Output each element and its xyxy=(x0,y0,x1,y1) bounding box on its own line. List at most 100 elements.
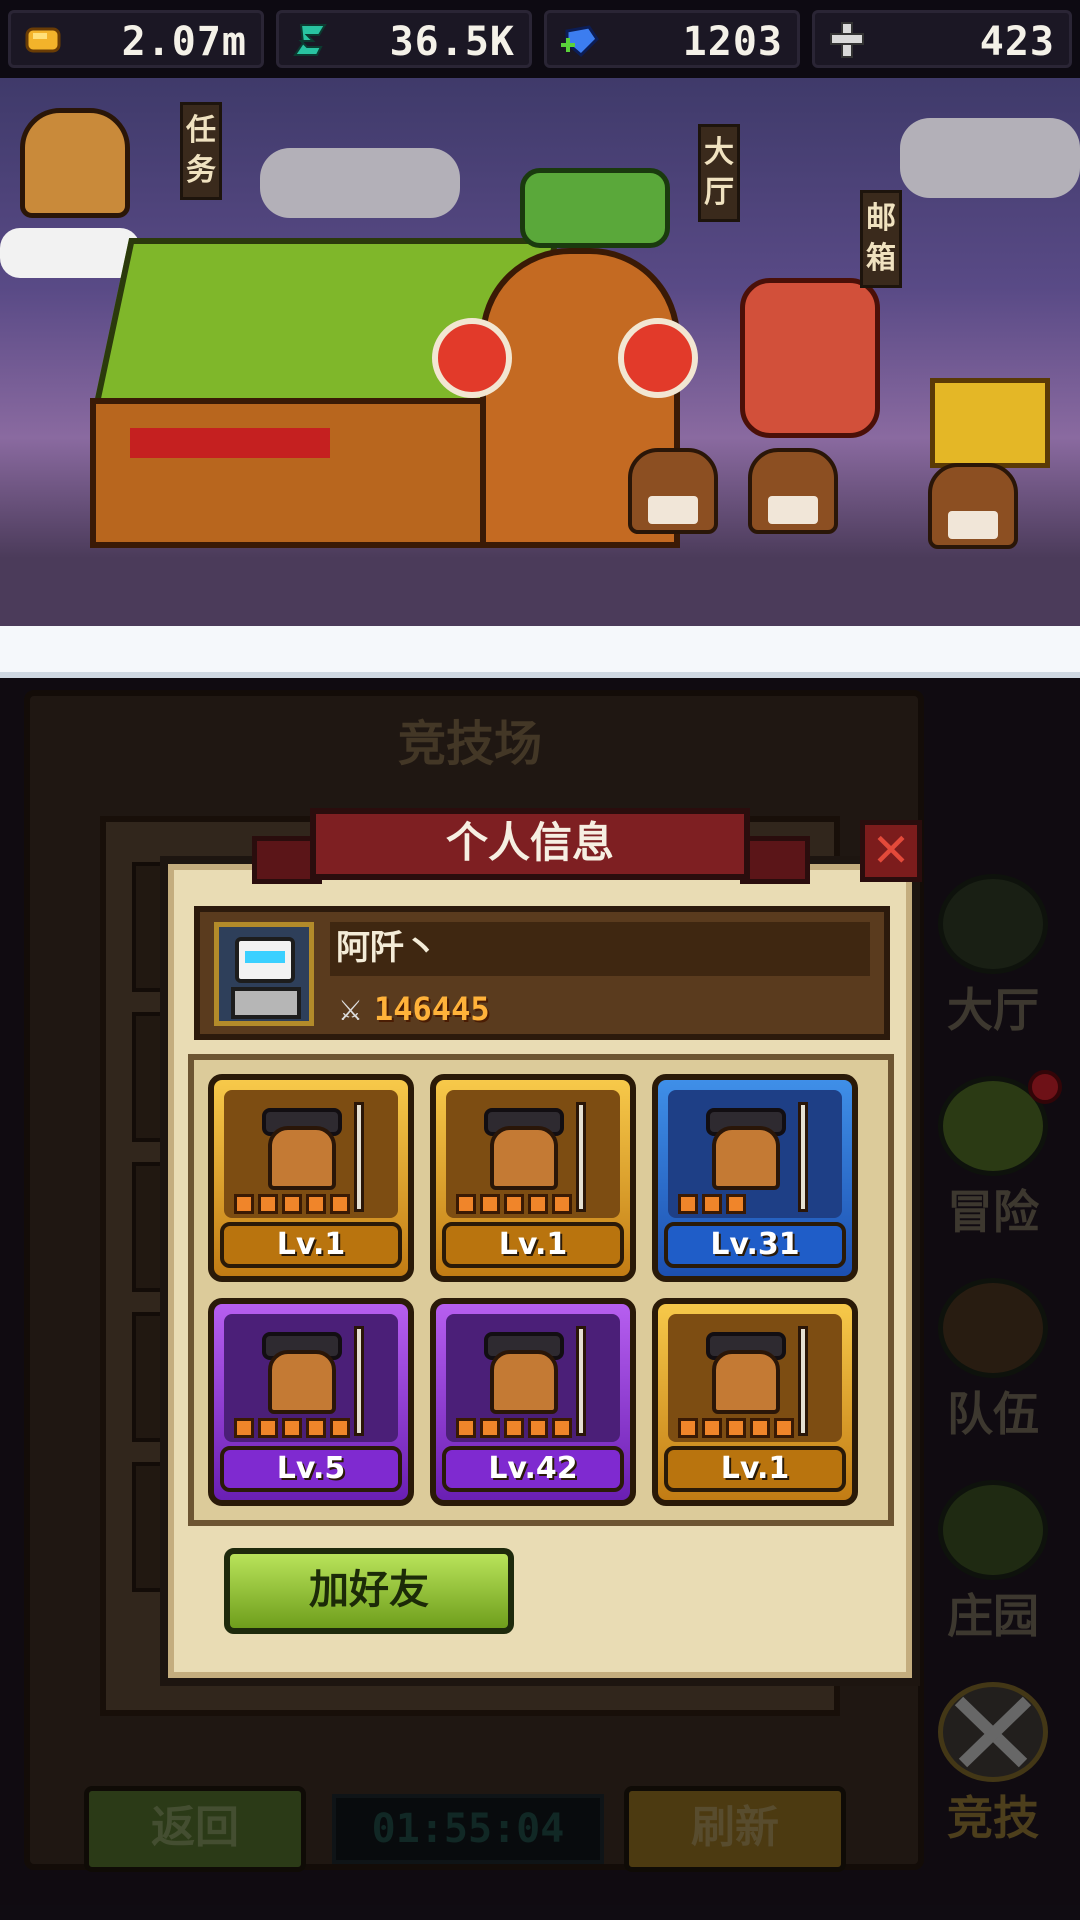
gold-value: 2.07m xyxy=(121,19,247,65)
hero-card[interactable]: Lv.1 xyxy=(208,1074,414,1282)
star-icon xyxy=(330,1194,350,1214)
hero-sprite xyxy=(712,1350,780,1414)
snow-ground xyxy=(0,626,1080,678)
combat-power-value: 146445 xyxy=(374,990,490,1028)
npc-villager[interactable] xyxy=(748,448,838,534)
gem-value: 1203 xyxy=(682,19,783,65)
crocodile-head xyxy=(520,168,670,248)
hero-portrait xyxy=(668,1090,842,1218)
star-icon xyxy=(456,1194,476,1214)
cloud xyxy=(0,228,140,278)
hero-sprite xyxy=(490,1350,558,1414)
hero-card[interactable]: Lv.1 xyxy=(430,1074,636,1282)
star-icon xyxy=(258,1418,278,1438)
hero-card[interactable]: Lv.5 xyxy=(208,1298,414,1506)
gem-counter[interactable]: 1203 xyxy=(544,10,800,68)
add-friend-button[interactable]: 加好友 xyxy=(224,1548,514,1634)
hero-sprite xyxy=(712,1126,780,1190)
hero-weapon xyxy=(354,1102,364,1212)
star-icon xyxy=(330,1418,350,1438)
star-icon xyxy=(528,1418,548,1438)
house-banner xyxy=(130,428,330,458)
star-icon xyxy=(234,1194,254,1214)
hero-card[interactable]: Lv.42 xyxy=(430,1298,636,1506)
hero-stars xyxy=(678,1194,750,1216)
star-icon xyxy=(480,1194,500,1214)
star-icon xyxy=(306,1418,326,1438)
close-button[interactable]: ✕ xyxy=(860,820,922,882)
cross-value: 423 xyxy=(979,19,1055,65)
star-icon xyxy=(726,1194,746,1214)
star-icon xyxy=(678,1418,698,1438)
star-icon xyxy=(726,1418,746,1438)
gold-counter[interactable]: 2.07m xyxy=(8,10,264,68)
hero-portrait xyxy=(446,1314,620,1442)
cross-counter[interactable]: 423 xyxy=(812,10,1072,68)
hero-level: Lv.1 xyxy=(442,1222,624,1268)
avatar[interactable] xyxy=(214,922,314,1026)
hero-weapon xyxy=(576,1102,586,1212)
star-icon xyxy=(234,1418,254,1438)
energy-value: 36.5K xyxy=(389,19,515,65)
hero-card[interactable]: Lv.1 xyxy=(652,1298,858,1506)
quest-sign[interactable]: 任务 xyxy=(180,102,222,200)
star-icon xyxy=(552,1418,572,1438)
dragon-statue xyxy=(740,278,880,438)
hero-level: Lv.5 xyxy=(220,1446,402,1492)
player-card: 阿阡丶 ⚔ 146445 xyxy=(194,906,890,1040)
hero-stars xyxy=(678,1418,798,1440)
avatar-eyes xyxy=(245,951,285,963)
star-icon xyxy=(678,1194,698,1214)
npc-villager[interactable] xyxy=(628,448,718,534)
hero-portrait xyxy=(224,1090,398,1218)
hero-sprite xyxy=(490,1126,558,1190)
star-icon xyxy=(504,1418,524,1438)
hero-portrait xyxy=(224,1314,398,1442)
currency-bar: 2.07m 36.5K 1203 423 xyxy=(0,0,1080,78)
hall-sign[interactable]: 大厅 xyxy=(698,124,740,222)
mailbox-sign[interactable]: 邮箱 xyxy=(860,190,902,288)
hero-weapon xyxy=(576,1326,586,1436)
gold-coin-icon xyxy=(25,27,61,53)
star-icon xyxy=(774,1418,794,1438)
avatar-body xyxy=(231,987,301,1019)
hero-level: Lv.42 xyxy=(442,1446,624,1492)
hero-portrait xyxy=(446,1090,620,1218)
hero-weapon xyxy=(798,1326,808,1436)
cloud xyxy=(900,118,1080,198)
hero-stars xyxy=(456,1418,576,1440)
sword-power-icon: ⚔ xyxy=(338,994,364,1027)
cloud xyxy=(260,148,460,218)
star-icon xyxy=(480,1418,500,1438)
hero-level: Lv.31 xyxy=(664,1222,846,1268)
target-shield xyxy=(432,318,512,398)
target-shield xyxy=(618,318,698,398)
star-icon xyxy=(258,1194,278,1214)
hero-portrait xyxy=(668,1314,842,1442)
hero-card[interactable]: Lv.31 xyxy=(652,1074,858,1282)
star-icon xyxy=(306,1194,326,1214)
star-icon xyxy=(282,1194,302,1214)
cross-icon xyxy=(830,22,864,58)
star-icon xyxy=(702,1418,722,1438)
npc-villager[interactable] xyxy=(928,463,1018,549)
energy-counter[interactable]: 36.5K xyxy=(276,10,532,68)
hero-stars xyxy=(234,1418,354,1440)
star-icon xyxy=(702,1194,722,1214)
viking-hero-sprite[interactable] xyxy=(20,108,130,218)
hero-sprite xyxy=(268,1126,336,1190)
hero-stars xyxy=(234,1194,354,1216)
hero-stars xyxy=(456,1194,576,1216)
star-icon xyxy=(552,1194,572,1214)
star-icon xyxy=(528,1194,548,1214)
hero-weapon xyxy=(798,1102,808,1212)
hero-level: Lv.1 xyxy=(220,1222,402,1268)
hero-weapon xyxy=(354,1326,364,1436)
star-icon xyxy=(750,1418,770,1438)
energy-icon xyxy=(293,24,327,56)
ribbon-right xyxy=(740,836,810,884)
hero-sprite xyxy=(268,1350,336,1414)
star-icon xyxy=(282,1418,302,1438)
hero-lineup: Lv.1 Lv.1 Lv.31 Lv.5 Lv.42 Lv.1 xyxy=(188,1054,894,1526)
gem-icon xyxy=(561,25,599,58)
